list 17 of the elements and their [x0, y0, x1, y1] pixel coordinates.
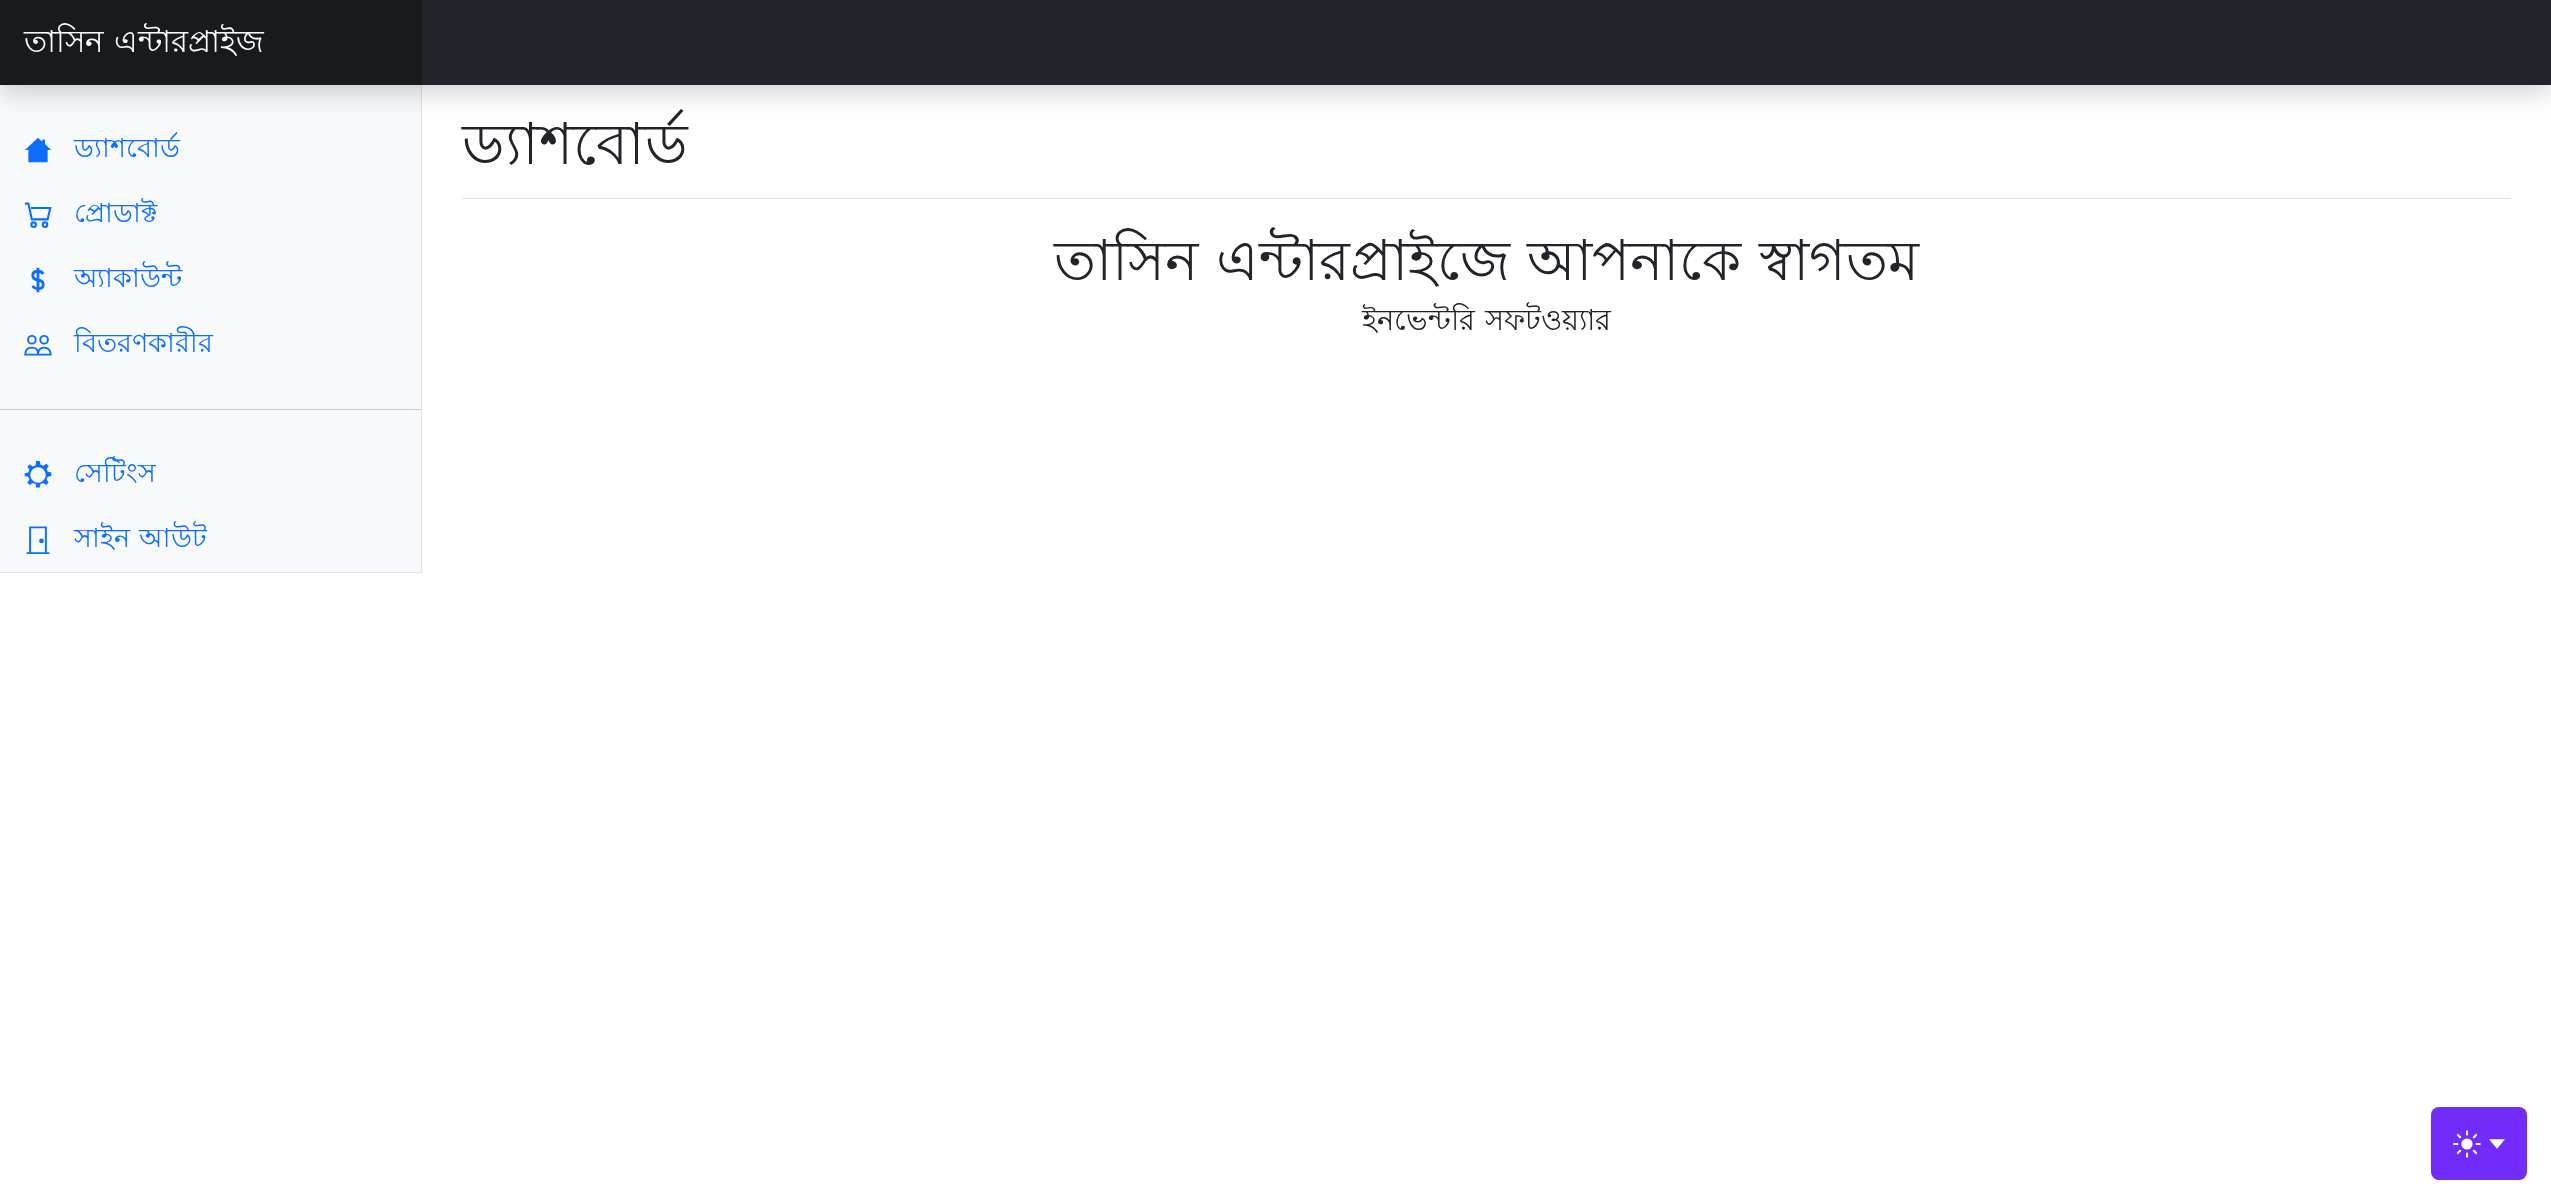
cart-icon — [24, 200, 52, 229]
page-title: ড্যাশবোর্ড — [462, 108, 690, 180]
settings-icon — [24, 460, 52, 489]
sidebar-link[interactable]: সেটিংস — [0, 442, 421, 507]
theme-toggle-button[interactable] — [2431, 1107, 2527, 1180]
sidebar-link[interactable]: ড্যাশবোর্ড — [0, 117, 421, 182]
caret-icon — [2489, 1138, 2505, 1149]
sidebar-link[interactable]: প্রোডাক্ট — [0, 182, 421, 247]
welcome-subtitle: ইনভেন্টরি সফটওয়্যার — [1362, 301, 1611, 339]
sidebar-link[interactable]: অ্যাকাউন্ট — [0, 247, 421, 312]
brand-link[interactable]: তাসিন এন্টারপ্রাইজ — [0, 0, 422, 85]
house-icon — [24, 135, 52, 164]
welcome-heading: তাসিন এন্টারপ্রাইজে আপনাকে স্বাগতম — [1053, 227, 1920, 295]
sidebar-link[interactable]: বিতরণকারীর — [0, 312, 421, 377]
sun-icon — [2453, 1129, 2481, 1158]
door-icon — [24, 525, 52, 554]
sidebar-link[interactable]: সাইন আউট — [0, 507, 421, 572]
